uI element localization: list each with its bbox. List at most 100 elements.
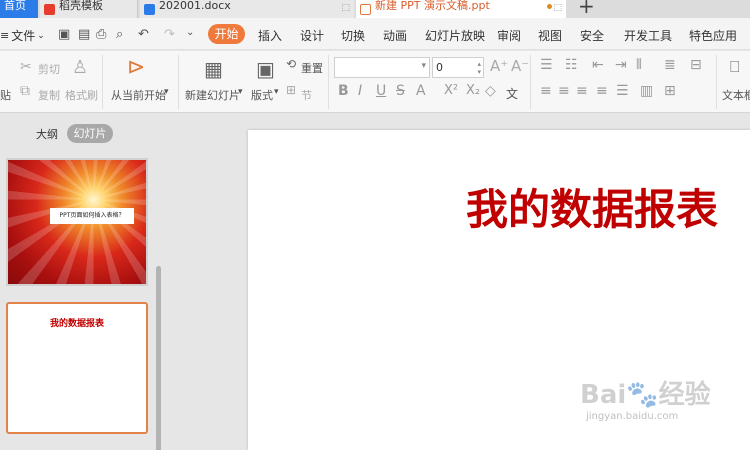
smartart-icon[interactable]: ⊞ xyxy=(664,83,676,99)
text-direction-icon[interactable]: ⫴ xyxy=(636,57,642,73)
numbered-list-icon[interactable]: ☷ xyxy=(565,57,578,73)
watermark-jingyan: 经验 xyxy=(658,380,711,410)
clear-format-icon[interactable]: ◇ xyxy=(485,83,496,99)
tab-special-apps[interactable]: 特色应用 xyxy=(689,27,737,44)
tab-home[interactable]: 首页 xyxy=(0,0,38,18)
section-button[interactable]: 节 xyxy=(301,87,312,103)
tab-security[interactable]: 安全 xyxy=(580,27,604,44)
phonetic-button[interactable]: 文 xyxy=(506,85,518,102)
tab-home-label: 首页 xyxy=(4,0,26,12)
scissors-icon: ✂ xyxy=(20,59,32,75)
chevron-down-icon[interactable]: ▾ xyxy=(274,87,279,97)
unsaved-dot-icon xyxy=(547,4,552,9)
menu-bar: ≡ 文件 ⌄ ▣ ▤ ⎙ ⌕ ↶ ↷ ⌄ 开始 插入 设计 切换 动画 幻灯片放… xyxy=(0,18,750,50)
increase-font-icon[interactable]: A⁺ xyxy=(490,57,508,75)
pin-icon[interactable]: ⬚ xyxy=(341,3,350,13)
tab-daoke-label: 稻壳模板 xyxy=(59,0,103,12)
app-window: 首页 稻壳模板 202001.docx ⬚ 新建 PPT 演示文稿.ppt ⬚ … xyxy=(0,0,750,450)
copy-icon: ⧉ xyxy=(20,83,30,99)
layout-button[interactable]: 版式 xyxy=(251,87,273,103)
play-circle-icon: ⊳ xyxy=(127,55,146,80)
increase-indent-icon[interactable]: ⇥ xyxy=(615,57,627,73)
tab-start[interactable]: 开始 xyxy=(208,24,245,44)
thumbnail-scrollbar[interactable] xyxy=(156,266,161,450)
font-size-input[interactable]: 0 ▴ ▾ xyxy=(432,57,484,78)
tab-ppt-active[interactable]: 新建 PPT 演示文稿.ppt ⬚ xyxy=(356,0,566,18)
italic-icon[interactable]: I xyxy=(358,83,362,99)
thumb1-title: PPT页面如何插入表格？ xyxy=(50,208,134,224)
align-left-icon[interactable]: ≡ xyxy=(540,83,552,99)
word-doc-icon xyxy=(144,3,155,15)
chevron-down-icon: ⌄ xyxy=(37,30,45,41)
stepper-arrows-icon[interactable]: ▴ ▾ xyxy=(477,60,481,76)
tab-ppt-label: 新建 PPT 演示文稿.ppt xyxy=(375,0,490,12)
paw-icon: 🐾 xyxy=(626,380,659,410)
align-right-icon[interactable]: ≡ xyxy=(576,83,588,99)
tab-animation[interactable]: 动画 xyxy=(383,27,407,44)
undo-icon[interactable]: ↶ xyxy=(138,27,149,42)
columns-icon[interactable]: ▥ xyxy=(640,83,653,99)
save-icon[interactable]: ▣ xyxy=(58,27,70,42)
bullet-list-icon[interactable]: ☰ xyxy=(540,57,553,73)
customize-toolbar-icon[interactable]: ⌄ xyxy=(186,27,194,38)
tab-transition[interactable]: 切换 xyxy=(341,27,365,44)
slide-thumbnail-pane: 大纲 幻灯片 PPT页面如何插入表格？ 我的数据报表 xyxy=(0,114,164,450)
strikethrough-icon[interactable]: S xyxy=(396,83,405,99)
tab-design[interactable]: 设计 xyxy=(300,27,324,44)
print-preview-icon[interactable]: ⌕ xyxy=(116,27,123,42)
decrease-indent-icon[interactable]: ⇤ xyxy=(592,57,604,73)
slide-thumbnail-2-selected[interactable]: 我的数据报表 xyxy=(6,302,148,434)
align-text-icon[interactable]: ⊟ xyxy=(690,57,702,73)
tab-slides[interactable]: 幻灯片 xyxy=(67,124,113,143)
superscript-icon[interactable]: X² xyxy=(444,83,458,98)
file-menu-label: 文件 xyxy=(11,29,36,43)
slide-thumbnail-1[interactable]: PPT页面如何插入表格？ xyxy=(6,158,148,286)
print-icon[interactable]: ⎙ xyxy=(96,27,106,42)
file-menu[interactable]: ≡ 文件 ⌄ xyxy=(0,27,45,44)
underline-icon[interactable]: U xyxy=(376,83,386,99)
line-spacing-icon[interactable]: ≣ xyxy=(664,57,676,73)
tab-outline[interactable]: 大纲 xyxy=(36,126,58,142)
export-pdf-icon[interactable]: ▤ xyxy=(78,27,90,42)
tab-view[interactable]: 视图 xyxy=(538,27,562,44)
pin-icon[interactable]: ⬚ xyxy=(553,3,562,13)
tab-insert[interactable]: 插入 xyxy=(258,27,282,44)
copy-button[interactable]: 复制 xyxy=(38,87,60,103)
textbox-icon: ⎕ xyxy=(730,57,740,76)
baidu-watermark: Bai🐾经验 jingyan.baidu.com xyxy=(580,374,730,422)
cut-button[interactable]: 剪切 xyxy=(38,61,60,77)
redo-icon[interactable]: ↷ xyxy=(164,27,175,42)
reset-button[interactable]: 重置 xyxy=(301,60,323,76)
paste-button[interactable]: 贴 xyxy=(0,87,11,103)
distribute-icon[interactable]: ☰ xyxy=(616,83,629,99)
tab-review[interactable]: 审阅 xyxy=(497,27,521,44)
justify-icon[interactable]: ≡ xyxy=(596,83,608,99)
new-tab-plus-icon[interactable]: + xyxy=(578,0,595,18)
thumb2-title: 我的数据报表 xyxy=(49,319,104,329)
chevron-down-icon[interactable]: ▾ xyxy=(238,87,243,97)
reset-icon: ⟲ xyxy=(286,57,297,71)
tab-developer[interactable]: 开发工具 xyxy=(624,27,672,44)
new-slide-icon: ▦ xyxy=(204,57,223,81)
subscript-icon[interactable]: X₂ xyxy=(466,83,480,98)
tab-daoke-template[interactable]: 稻壳模板 xyxy=(40,0,138,18)
ribbon-separator xyxy=(102,55,103,109)
bold-icon[interactable]: B xyxy=(338,83,349,99)
font-family-select[interactable]: ▾ xyxy=(334,57,430,78)
format-painter-button[interactable]: 格式刷 xyxy=(65,87,98,103)
decrease-font-icon[interactable]: A⁻ xyxy=(511,57,529,75)
play-from-current-button[interactable]: 从当前开始 xyxy=(111,87,166,103)
slide-title[interactable]: 我的数据报表 xyxy=(466,176,718,237)
watermark-bai: Bai xyxy=(580,380,627,410)
chevron-down-icon[interactable]: ▾ xyxy=(164,87,169,97)
tab-slideshow[interactable]: 幻灯片放映 xyxy=(425,27,485,44)
tab-docx[interactable]: 202001.docx ⬚ xyxy=(140,0,354,18)
ribbon-toolbar: 贴 ✂ 剪切 ⧉ 复制 ♙ 格式刷 ⊳ 从当前开始 ▾ ▦ 新建幻灯片 ▾ ▣ … xyxy=(0,51,750,113)
font-color-icon[interactable]: A xyxy=(416,83,426,99)
align-center-icon[interactable]: ≡ xyxy=(558,83,570,99)
watermark-logo: Bai🐾经验 xyxy=(580,374,730,411)
ppt-doc-icon xyxy=(360,3,371,15)
daoke-icon xyxy=(44,3,55,15)
new-slide-button[interactable]: 新建幻灯片 xyxy=(185,87,240,103)
textbox-button[interactable]: 文本框 xyxy=(722,87,750,103)
